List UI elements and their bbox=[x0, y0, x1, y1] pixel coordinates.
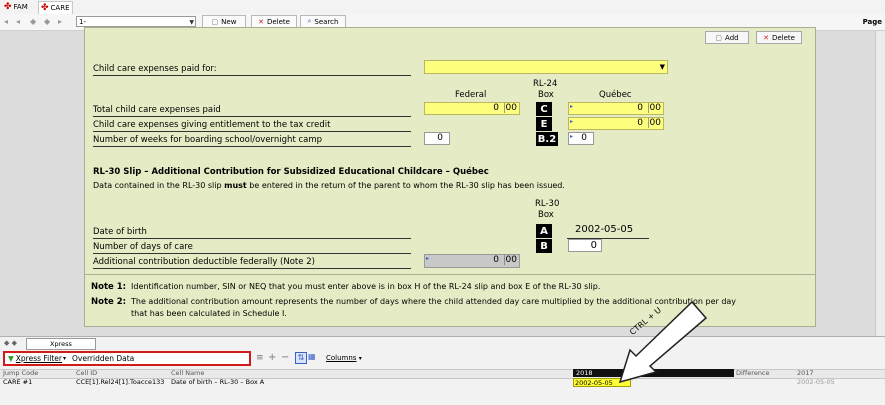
first-record-icon[interactable]: ◂ bbox=[4, 17, 8, 26]
rl24-header: RL-24 bbox=[533, 79, 558, 89]
next-record-icon[interactable]: ◆ bbox=[44, 17, 50, 26]
underline bbox=[93, 75, 411, 76]
box-e: E bbox=[536, 117, 552, 131]
col-difference[interactable]: Difference bbox=[736, 369, 770, 377]
underline bbox=[93, 268, 411, 269]
page-label: Page bbox=[862, 18, 882, 26]
child-care-form: ▢ Add ✕ Delete Child care expenses paid … bbox=[84, 27, 816, 327]
plus-icon[interactable]: + bbox=[268, 352, 276, 363]
weeks-label: Number of weeks for boarding school/over… bbox=[93, 135, 323, 145]
tab-fam[interactable]: ✤ FAM bbox=[4, 1, 28, 13]
close-icon: ✕ bbox=[763, 33, 769, 42]
xpress-combo[interactable]: Xpress bbox=[26, 338, 96, 350]
col-cell-name[interactable]: Cell Name bbox=[171, 369, 204, 377]
toggle-view-icon[interactable]: ⇅ bbox=[295, 352, 307, 364]
box-b2: B.2 bbox=[536, 132, 558, 146]
col-2017[interactable]: 2017 bbox=[797, 369, 814, 377]
federal-weeks-input[interactable]: 0 bbox=[424, 132, 450, 145]
form-delete-button[interactable]: ✕ Delete bbox=[756, 31, 802, 44]
entitlement-label: Child care expenses giving entitlement t… bbox=[93, 120, 331, 130]
xpress-filter[interactable]: ▼ Xpress Filter ▾ Overridden Data bbox=[3, 351, 251, 366]
addl-contribution-field: ▸ 0 00 bbox=[424, 254, 520, 268]
note1-text: Identification number, SIN or NEQ that y… bbox=[131, 282, 601, 291]
filter-icon: ▼ bbox=[8, 354, 14, 363]
rl30-box-header: Box bbox=[538, 210, 554, 220]
box-b: B bbox=[536, 239, 552, 253]
paid-for-label: Child care expenses paid for: bbox=[93, 64, 217, 74]
quebec-entitlement-input[interactable]: ▸ 0 00 bbox=[568, 117, 664, 130]
calculated-marker-icon: ▸ bbox=[426, 255, 430, 262]
tab-bar: ✤ FAM ✤ CARE bbox=[0, 0, 885, 15]
chevron-down-icon: ▾ bbox=[63, 355, 67, 362]
rl30-header: RL-30 bbox=[535, 199, 560, 209]
federal-total-input[interactable]: 0 00 bbox=[424, 102, 520, 115]
rl30-title: RL-30 Slip – Additional Contribution for… bbox=[93, 167, 489, 177]
xpress-panel: ◆ ◆ Xpress ▼ Xpress Filter ▾ Overridden … bbox=[0, 336, 885, 405]
days-label: Number of days of care bbox=[93, 242, 193, 252]
underline bbox=[93, 131, 411, 132]
col-jump-code[interactable]: Jump Code bbox=[3, 369, 38, 377]
col-cell-id[interactable]: Cell ID bbox=[76, 369, 97, 377]
rl30-note: Data contained in the RL-30 slip must be… bbox=[93, 181, 565, 190]
dob-label: Date of birth bbox=[93, 227, 147, 237]
next-record-icon[interactable]: ◆ bbox=[30, 17, 36, 26]
rl24-box-header: Box bbox=[538, 90, 554, 100]
maple-leaf-icon: ✤ bbox=[41, 2, 49, 13]
quebec-header: Québec bbox=[599, 90, 632, 100]
note2-label: Note 2: bbox=[91, 297, 127, 307]
search-icon: ⌕ bbox=[307, 17, 312, 25]
chevron-down-icon: ▾ bbox=[358, 355, 362, 362]
add-button[interactable]: ▢ Add bbox=[705, 31, 749, 44]
federal-header: Federal bbox=[455, 90, 487, 100]
minus-icon[interactable]: − bbox=[281, 352, 289, 363]
underline bbox=[93, 146, 411, 147]
override-marker-icon: ▸ bbox=[570, 118, 574, 125]
grid-icon[interactable]: ▦ bbox=[308, 352, 316, 361]
box-c: C bbox=[536, 102, 552, 116]
quebec-total-input[interactable]: ▸ 0 00 bbox=[568, 102, 664, 115]
columns-menu[interactable]: Columns ▾ bbox=[326, 354, 362, 362]
last-record-icon[interactable]: ▸ bbox=[58, 17, 62, 26]
box-a: A bbox=[536, 224, 552, 238]
new-document-icon: ▢ bbox=[211, 17, 219, 26]
previous-record-icon[interactable]: ◂ bbox=[16, 17, 20, 26]
filter-menu[interactable]: Xpress Filter bbox=[16, 354, 62, 363]
maple-leaf-icon: ✤ bbox=[4, 1, 12, 12]
note1-label: Note 1: bbox=[91, 282, 127, 292]
dob-value[interactable]: 2002-05-05 bbox=[575, 224, 633, 235]
quebec-weeks-input[interactable]: ▸ 0 bbox=[568, 132, 594, 145]
record-selector[interactable]: 1- ▼ bbox=[76, 16, 196, 27]
list-icon[interactable]: ≡ bbox=[256, 353, 264, 363]
override-marker-icon: ▸ bbox=[570, 103, 574, 110]
underline bbox=[93, 238, 411, 239]
add-document-icon: ▢ bbox=[715, 33, 723, 42]
close-icon: ✕ bbox=[258, 17, 264, 26]
tab-care[interactable]: ✤ CARE bbox=[38, 1, 73, 14]
filter-value: Overridden Data bbox=[72, 354, 135, 363]
override-marker-icon: ▸ bbox=[570, 133, 574, 140]
underline bbox=[93, 253, 411, 254]
child-select[interactable]: ▼ bbox=[424, 60, 668, 74]
chevron-down-icon: ▼ bbox=[659, 63, 665, 71]
panel-nav-icon[interactable]: ◆ ◆ bbox=[4, 339, 17, 347]
addl-contribution-label: Additional contribution deductible feder… bbox=[93, 257, 315, 267]
note2-text-cont: that has been calculated in Schedule I. bbox=[131, 309, 287, 318]
total-expenses-label: Total child care expenses paid bbox=[93, 105, 221, 115]
divider bbox=[85, 274, 815, 275]
days-input[interactable]: 0 bbox=[568, 239, 602, 252]
vertical-scrollbar[interactable] bbox=[875, 31, 885, 336]
underline bbox=[93, 116, 411, 117]
